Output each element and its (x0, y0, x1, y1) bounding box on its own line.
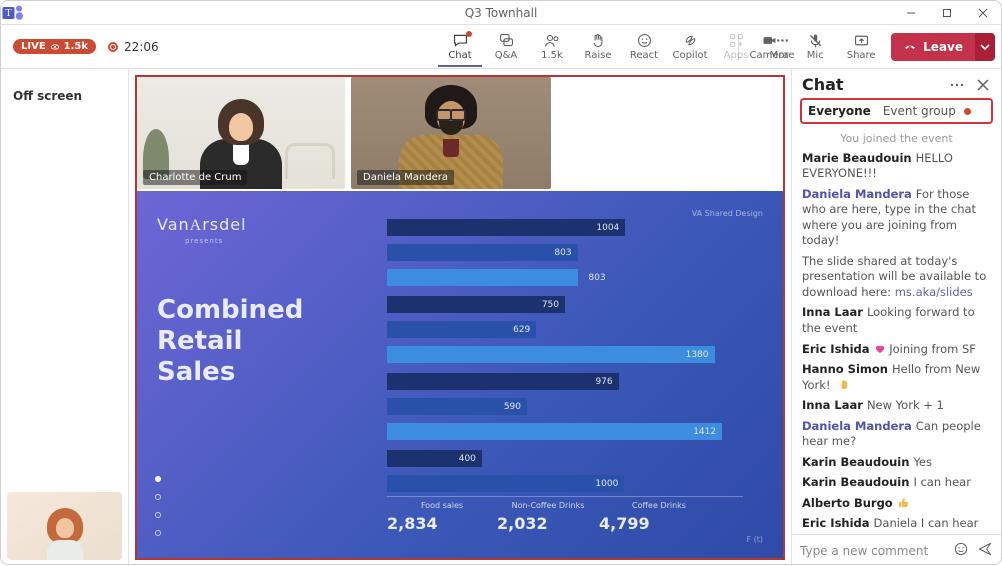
chat-message: Alberto Burgo (802, 496, 991, 512)
chat-message: Inna LaarNew York + 1 (802, 398, 991, 414)
hangup-icon (903, 40, 917, 54)
chat-panel: Chat Everyone Event group You joined the… (791, 69, 1001, 566)
slide-presents: presents (185, 237, 377, 245)
chat-tab-event-group[interactable]: Event group (883, 104, 971, 118)
slide-pager-dots (155, 476, 161, 536)
toolbar-copilot-button[interactable]: Copilot (668, 27, 712, 67)
chat-tabs: Everyone Event group (800, 98, 993, 124)
people-icon (544, 32, 561, 49)
toolbar-camera-button[interactable]: Camera (747, 27, 791, 67)
chat-message: Inna LaarLooking forward to the event (802, 305, 991, 336)
toolbar-raise-label: Raise (585, 50, 612, 61)
window-title: Q3 Townhall (1, 6, 1001, 20)
slide-brand: VanArsdel (157, 215, 377, 235)
pager-dot (155, 512, 161, 518)
meeting-toolbar: LIVE 1.5k 22:06 Chat Q&A 1.5k Raise Reac… (1, 25, 1001, 69)
chat-input-row: Type a new comment (792, 534, 1001, 566)
chat-message: Marie BeaudouinHELLO EVERYONE!!! (802, 151, 991, 182)
chat-message: Hanno SimonHello from New York! (802, 362, 991, 393)
emoji-picker-button[interactable] (953, 541, 969, 560)
unread-dot-icon (964, 108, 971, 115)
record-icon (108, 42, 118, 52)
participant-tile-charlotte[interactable]: Charlotte de Crum (137, 77, 345, 189)
leave-label: Leave (923, 40, 963, 54)
toolbar-share-button[interactable]: Share (839, 27, 883, 67)
send-button[interactable] (977, 541, 993, 560)
qa-icon (498, 32, 515, 49)
toolbar-mic-button[interactable]: Mic (793, 27, 837, 67)
chat-tab-event-group-label: Event group (883, 104, 956, 118)
toolbar-camera-label: Camera (750, 50, 789, 61)
chat-close-button[interactable] (975, 77, 991, 93)
toolbar-chat-label: Chat (448, 50, 471, 61)
leave-caret-button[interactable] (975, 33, 995, 61)
window-minimize-button[interactable] (893, 1, 929, 25)
chat-more-button[interactable] (949, 77, 965, 93)
slide-heading: Combined Retail Sales (157, 295, 377, 389)
participant-name-overlay: Daniela Mandera (357, 170, 454, 185)
eye-icon (50, 42, 60, 52)
participant-name-overlay: Charlotte de Crum (143, 170, 247, 185)
chat-panel-title: Chat (802, 75, 949, 94)
react-icon (636, 32, 653, 49)
viewer-count: 1.5k (64, 41, 88, 52)
chat-message: The slide shared at today's presentation… (802, 254, 991, 301)
svg-text:T: T (5, 8, 12, 19)
toolbar-react-button[interactable]: React (622, 27, 666, 67)
slide-chart: 1004803803750629138097659014124001000Foo… (387, 215, 743, 544)
meeting-stage: Charlotte de Crum Daniela Mandera VA Sha… (129, 69, 791, 566)
share-icon (853, 32, 870, 49)
toolbar-raise-button[interactable]: Raise (576, 27, 620, 67)
toolbar-chat-button[interactable]: Chat (438, 27, 482, 67)
shared-slide: VA Shared Design F (t) VanArsdel present… (137, 191, 783, 558)
chat-message: Eric IshidaDaniela I can hear you (802, 516, 991, 534)
system-message: You joined the event (802, 132, 991, 147)
pager-dot (155, 476, 161, 482)
participant-tile-daniela[interactable]: Daniela Mandera (351, 77, 551, 189)
chat-message: Daniela ManderaCan people hear me? (802, 419, 991, 450)
teams-logo-icon: T (1, 1, 25, 25)
window-maximize-button[interactable] (929, 1, 965, 25)
offscreen-panel: Off screen (1, 69, 129, 566)
chat-input[interactable]: Type a new comment (800, 544, 945, 558)
pager-dot (155, 494, 161, 500)
toolbar-mic-label: Mic (807, 50, 824, 61)
slide-footer-label: F (t) (746, 535, 763, 544)
toolbar-react-label: React (630, 50, 658, 61)
toolbar-copilot-label: Copilot (672, 50, 707, 61)
chat-tab-everyone[interactable]: Everyone (808, 104, 871, 118)
recording-time: 22:06 (124, 40, 159, 54)
recording-indicator: 22:06 (108, 40, 159, 54)
leave-button[interactable]: Leave (891, 33, 975, 61)
self-video-preview[interactable] (7, 492, 122, 560)
toolbar-qa-label: Q&A (495, 50, 518, 61)
copilot-icon (682, 32, 699, 49)
chat-message-list[interactable]: You joined the event Marie BeaudouinHELL… (792, 124, 1001, 534)
mic-muted-icon (807, 32, 824, 49)
offscreen-label: Off screen (13, 89, 82, 103)
chat-message: Karin BeaudouinYes (802, 455, 991, 471)
toolbar-qa-button[interactable]: Q&A (484, 27, 528, 67)
pager-dot (155, 530, 161, 536)
toolbar-apps-label: Apps (724, 50, 749, 61)
window-titlebar: T Q3 Townhall (1, 1, 1001, 25)
chat-message: Karin BeaudouinI can hear (802, 475, 991, 491)
toolbar-share-label: Share (847, 50, 876, 61)
chat-message: Daniela ManderaFor those who are here, t… (802, 187, 991, 249)
toolbar-people-button[interactable]: 1.5k (530, 27, 574, 67)
chevron-down-icon (980, 42, 990, 52)
live-badge: LIVE 1.5k (13, 39, 96, 54)
toolbar-people-label: 1.5k (541, 50, 563, 61)
notification-dot-icon (466, 31, 472, 37)
apps-icon (728, 32, 745, 49)
live-label: LIVE (21, 41, 46, 52)
camera-icon (761, 32, 778, 49)
raise-hand-icon (590, 32, 607, 49)
chat-message: Eric Ishida Joining from SF (802, 342, 991, 358)
window-close-button[interactable] (965, 1, 1001, 25)
